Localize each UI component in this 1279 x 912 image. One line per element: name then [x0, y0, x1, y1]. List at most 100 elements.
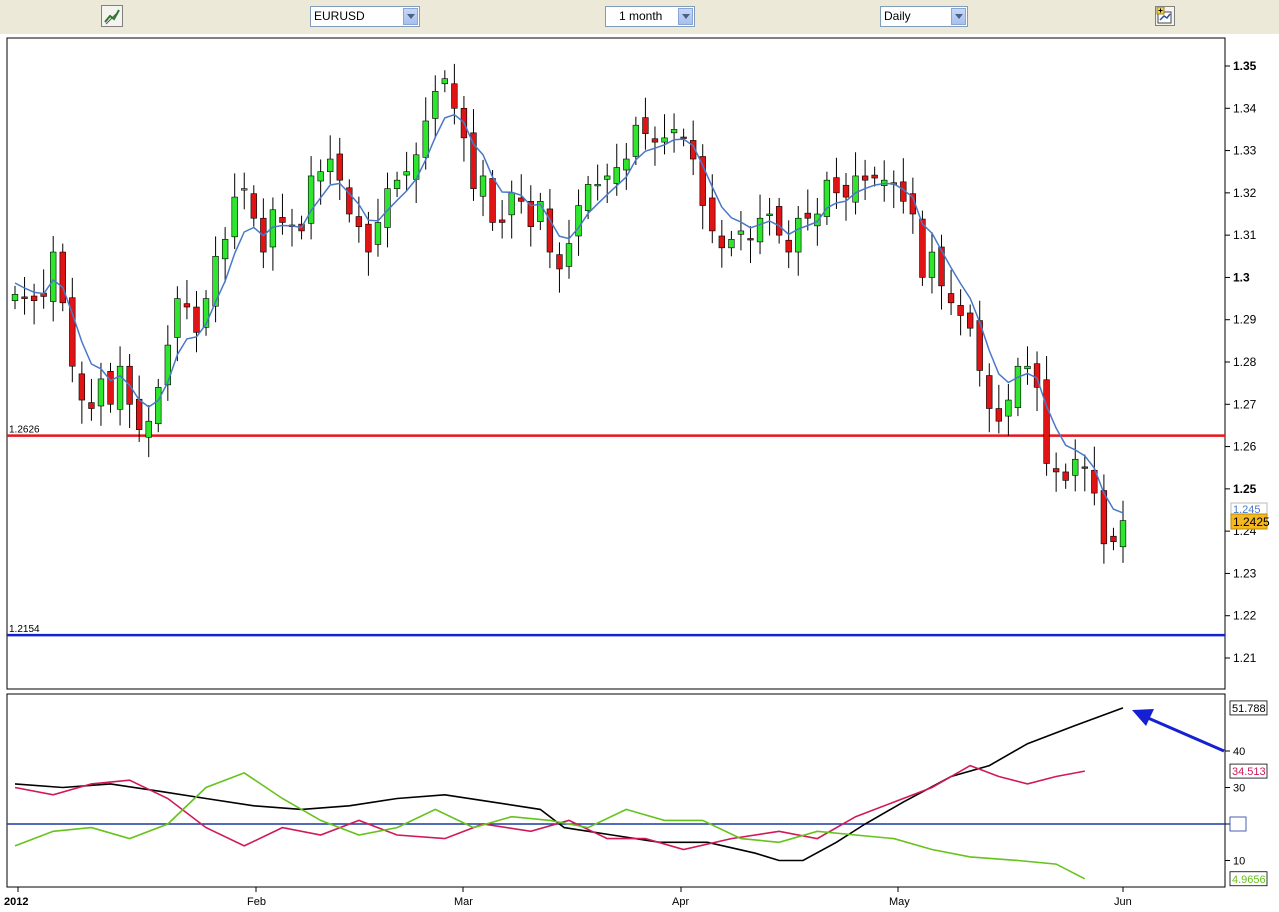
indicator-last-label: 34.513: [1232, 766, 1266, 778]
candle-body: [307, 175, 315, 224]
candle-body: [78, 373, 86, 401]
candle-body: [995, 408, 1002, 422]
candle-body: [642, 117, 649, 134]
price-panel: [6, 37, 1226, 690]
time-tick-label: May: [889, 896, 910, 908]
toolbar: EURUSD 1 month Daily: [0, 0, 1279, 35]
candle-body: [374, 222, 382, 245]
price-tick-label: 1.35: [1233, 59, 1257, 73]
price-tick-label: 1.28: [1233, 355, 1257, 369]
time-tick-label: Mar: [454, 896, 473, 908]
chevron-down-icon[interactable]: [678, 8, 693, 25]
symbol-select[interactable]: EURUSD: [310, 6, 420, 27]
candle-body: [842, 184, 850, 198]
chevron-down-icon[interactable]: [403, 8, 418, 25]
time-tick-label: Feb: [247, 896, 266, 908]
last-price-label: 1.2425: [1233, 515, 1270, 529]
candle-body: [59, 251, 66, 304]
candle-body: [861, 175, 869, 181]
candle-body: [556, 254, 563, 270]
candle-body: [164, 344, 171, 386]
pencil-chart-icon: [104, 9, 120, 25]
candle-body: [336, 153, 343, 181]
price-tick-label: 1.23: [1233, 566, 1257, 580]
indicator-last-label: 51.788: [1232, 703, 1266, 715]
time-tick-label: Apr: [672, 896, 689, 908]
indicator-tick-label: 10: [1233, 856, 1245, 868]
candle-body: [403, 171, 410, 176]
symbol-value: EURUSD: [314, 9, 365, 23]
chart-area: 1.35 1.34 1.33 1.32 1.31 1.3 1.29 1.28 1.27 1.26 1…: [0, 34, 1279, 912]
candle-body: [317, 171, 324, 182]
candle-body: [365, 223, 372, 253]
candle-body: [584, 184, 592, 211]
draw-tool-button[interactable]: [101, 5, 123, 27]
indicator-last-label: 4.9656: [1232, 874, 1266, 886]
candle-body: [661, 137, 668, 143]
add-chart-icon: [1156, 6, 1172, 24]
candle-body: [1081, 466, 1088, 469]
candle-body: [623, 158, 630, 171]
candle-body: [957, 305, 964, 316]
candle-body: [327, 158, 334, 173]
candle-body: [565, 243, 573, 267]
candle-body: [145, 420, 152, 438]
candle-body: [432, 91, 439, 119]
candle-body: [852, 175, 859, 203]
price-tick-label: 1.22: [1233, 609, 1257, 623]
candle-body: [604, 175, 611, 180]
chevron-down-icon[interactable]: [951, 8, 966, 25]
candle-body: [116, 365, 124, 410]
candle-body: [737, 230, 745, 235]
candle-body: [1072, 458, 1079, 476]
time-tick-label: Jun: [1114, 896, 1132, 908]
candle-body: [871, 174, 878, 179]
candle-body: [451, 83, 458, 109]
candle-body: [1014, 365, 1022, 408]
candle-body: [393, 179, 401, 189]
candle-body: [422, 120, 429, 158]
candle-body: [88, 402, 95, 409]
candle-body: [919, 218, 926, 278]
candle-body: [498, 219, 506, 223]
candle-body: [718, 235, 725, 249]
candle-body: [221, 239, 229, 260]
range-value: 1 month: [619, 9, 663, 23]
candle-body: [508, 192, 515, 216]
candle-body: [489, 178, 496, 223]
price-tick-label: 1.34: [1233, 101, 1257, 115]
candle-body: [183, 303, 191, 308]
candle-body: [241, 188, 248, 191]
price-tick-label: 1.31: [1233, 228, 1257, 242]
candle-body: [833, 177, 840, 194]
candle-body: [50, 251, 57, 302]
candle-body: [632, 124, 640, 157]
candle-body: [1100, 490, 1108, 545]
interval-select[interactable]: Daily: [880, 6, 968, 27]
candle-body: [613, 167, 620, 184]
candle-body: [775, 206, 783, 236]
candle-body: [575, 205, 582, 237]
candle-body: [747, 238, 754, 241]
candle-body: [1052, 468, 1060, 473]
price-tick-label: 1.32: [1233, 186, 1257, 200]
indicator-panel: [6, 693, 1226, 888]
candle-body: [756, 217, 764, 243]
price-tick-label: 1.29: [1233, 313, 1257, 327]
candle-body: [97, 378, 105, 407]
price-tick-label: 1.21: [1233, 651, 1257, 665]
add-indicator-button[interactable]: [1155, 6, 1175, 26]
candle-body: [680, 136, 687, 139]
candle-body: [21, 296, 28, 299]
candle-body: [709, 197, 716, 232]
range-select[interactable]: 1 month: [605, 6, 695, 27]
indicator-level-box: [1229, 816, 1247, 832]
interval-value: Daily: [884, 9, 911, 23]
price-tick-label: 1.3: [1233, 270, 1250, 284]
indicator-tick-label: 30: [1233, 783, 1245, 795]
candle-body: [928, 251, 936, 278]
candle-body: [594, 184, 601, 187]
candle-body: [1119, 520, 1127, 548]
price-tick-label: 1.27: [1233, 397, 1257, 411]
candle-body: [193, 306, 200, 333]
